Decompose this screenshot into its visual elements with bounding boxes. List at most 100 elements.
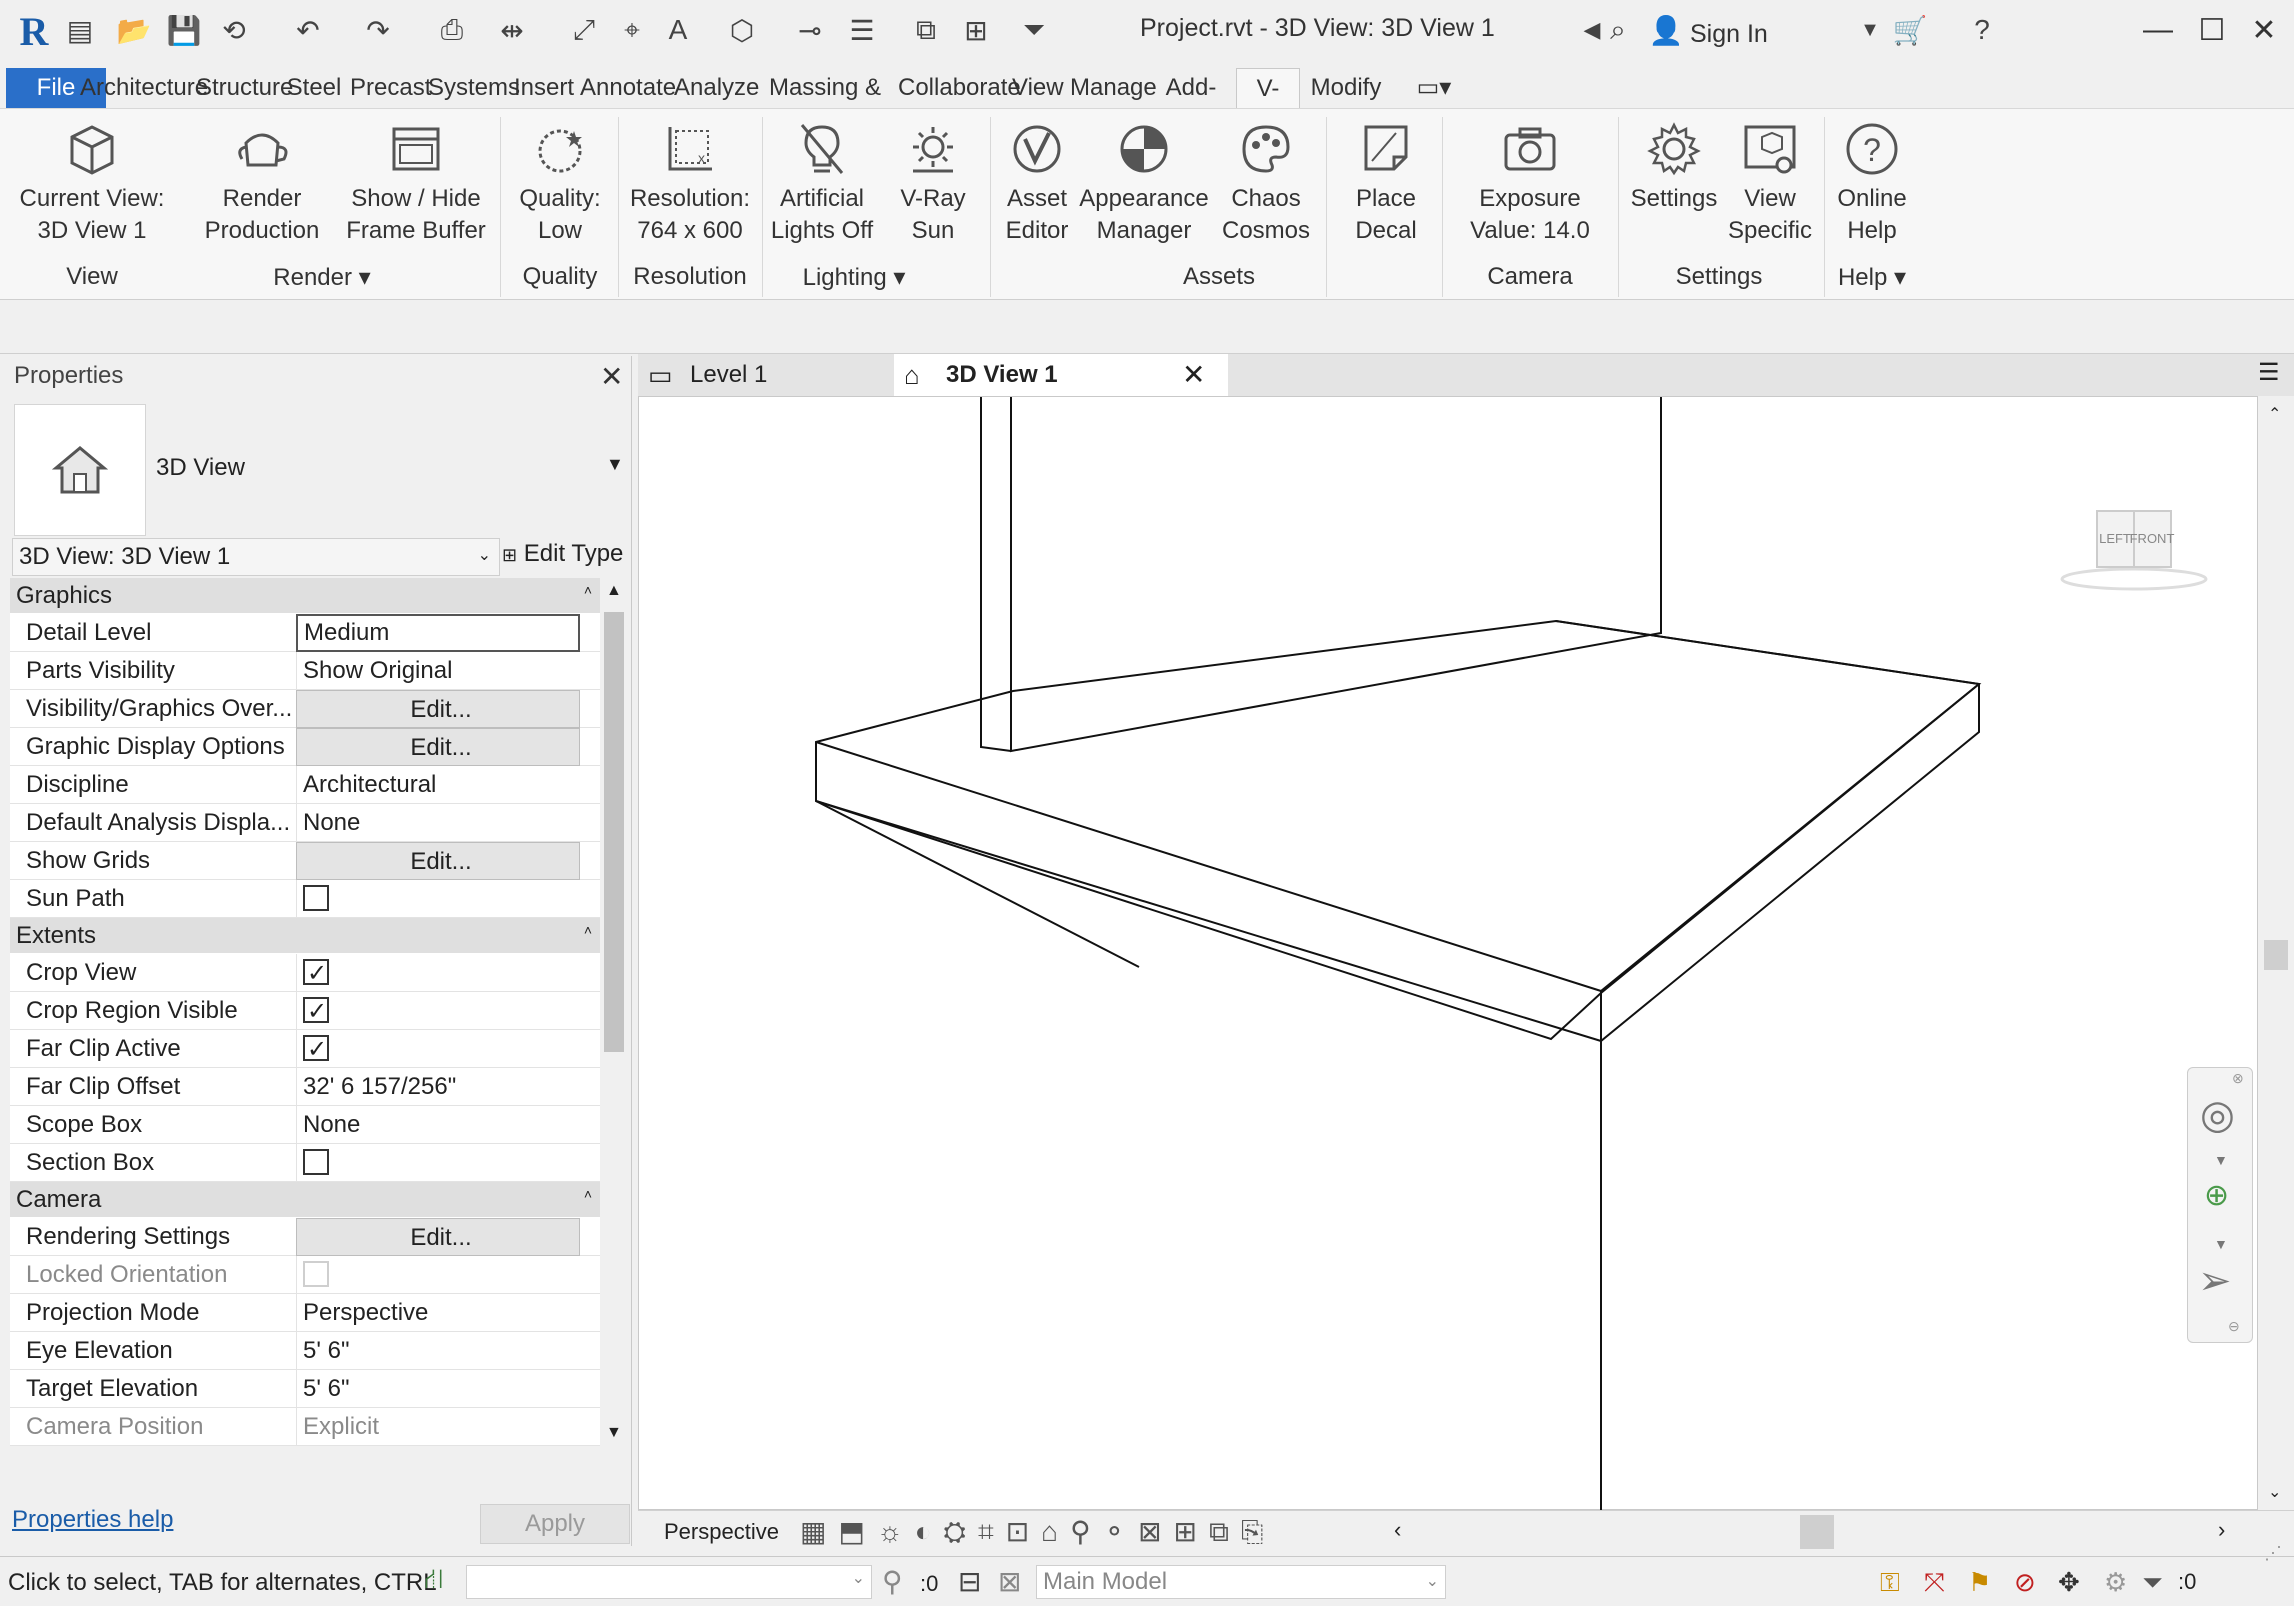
tab-steel[interactable]: Steel [284, 68, 344, 108]
checkbox[interactable] [303, 1148, 329, 1175]
maximize-icon[interactable]: ☐ [2192, 10, 2232, 50]
analytical-model-icon[interactable]: ⊞ [1174, 1516, 1209, 1547]
type-selector-dropdown-icon[interactable]: ▼ [606, 454, 624, 475]
scrollbar-thumb[interactable] [604, 612, 624, 1052]
steering-wheel-icon[interactable]: ◎ [2200, 1092, 2235, 1138]
sign-in-link[interactable]: Sign In [1690, 20, 1768, 49]
tab-level-1[interactable]: ▭ Level 1 [638, 354, 894, 396]
property-checkbox-cell[interactable] [296, 880, 580, 918]
revit-logo-icon[interactable]: R [14, 6, 54, 56]
tab-manage[interactable]: Manage [1070, 68, 1157, 108]
property-checkbox-cell[interactable] [296, 1030, 580, 1069]
measure-icon[interactable]: ⇹ [494, 12, 530, 48]
close-window-icon[interactable]: ✕ [2244, 10, 2284, 50]
3d-view-canvas[interactable]: LEFT FRONT ⊗ ◎ ▼ ⊕ ▼ ➢ ⊖ [638, 396, 2258, 1511]
property-group-header[interactable]: Graphics ˄ [10, 578, 600, 614]
tab-3d-view-1[interactable]: ⌂ 3D View 1 ✕ [894, 354, 1228, 396]
scroll-down-icon[interactable]: ⌄ [2268, 1482, 2281, 1502]
visual-style-icon[interactable]: ⬒ [838, 1516, 876, 1547]
tag-icon[interactable]: ⌖ [614, 12, 650, 48]
filter-icon[interactable]: ⏷ [2142, 1567, 2163, 1599]
navbar-options-icon[interactable]: ⊖ [2228, 1318, 2240, 1335]
select-pinned-icon[interactable]: ⚑ [1968, 1567, 1991, 1598]
chevron-down-icon[interactable]: ▼ [2214, 1236, 2228, 1252]
select-links-icon[interactable]: ⚿ [1880, 1567, 1900, 1599]
instance-selector[interactable]: 3D View: 3D View 1 ⌄ [12, 538, 500, 576]
scrollbar-thumb[interactable] [2264, 940, 2288, 970]
scroll-right-icon[interactable]: › [2218, 1517, 2225, 1543]
worksets-icon[interactable]: ⛙ [424, 1563, 444, 1599]
collapse-icon[interactable]: ˄ [584, 1176, 592, 1212]
lock-3d-icon[interactable]: ⌂ [1041, 1516, 1070, 1547]
projection-mode-label[interactable]: Perspective [664, 1519, 779, 1545]
sign-in-dropdown-icon[interactable]: ▼ [1852, 12, 1888, 48]
background-process-icon[interactable]: ⚙ [2104, 1567, 2127, 1598]
print-icon[interactable]: ⎙ [434, 12, 470, 48]
tab-massing-site[interactable]: Massing & Site [760, 68, 890, 141]
text-icon[interactable]: A [660, 12, 696, 48]
scroll-up-icon[interactable]: ⌃ [2268, 404, 2281, 424]
viewcube[interactable]: LEFT FRONT [2059, 497, 2209, 597]
workset-field[interactable]: ⌄ [466, 1565, 872, 1599]
property-value[interactable]: Medium [296, 614, 580, 652]
property-value[interactable]: 5' 6" [296, 1370, 580, 1408]
exclude-options-icon[interactable]: ⊠ [998, 1565, 1021, 1598]
crop-view-icon[interactable]: ⌗ [978, 1516, 1006, 1547]
constraints-icon[interactable]: ⎘ [1241, 1516, 1275, 1547]
resolution-button[interactable]: x Resolution: 764 x 600 [624, 119, 756, 247]
3d-view-icon[interactable]: ⬡ [724, 12, 760, 48]
property-checkbox-cell[interactable] [296, 1144, 580, 1182]
scroll-left-icon[interactable]: ‹ [1394, 1517, 1401, 1543]
scroll-down-icon[interactable]: ▼ [606, 1424, 622, 1442]
redo-icon[interactable]: ↷ [360, 12, 396, 48]
property-value[interactable]: 32' 6 157/256" [296, 1068, 580, 1106]
ribbon-display-toggle-icon[interactable]: ▭▾ [1404, 68, 1464, 108]
sync-icon[interactable]: ⟲ [216, 12, 252, 48]
checkbox[interactable] [303, 1031, 329, 1069]
recent-files-icon[interactable]: ▤ [62, 12, 98, 48]
user-icon[interactable]: 👤 [1648, 12, 1684, 48]
design-option-selector[interactable]: Main Model ⌄ [1036, 1565, 1446, 1599]
resize-grip-icon[interactable]: ⋰ [2264, 1543, 2282, 1564]
checkbox[interactable] [303, 993, 329, 1031]
show-crop-icon[interactable]: ⊡ [1006, 1516, 1041, 1547]
navigation-arrow-icon[interactable]: ➢ [2198, 1258, 2232, 1304]
minimize-icon[interactable]: — [2138, 10, 2178, 50]
property-value[interactable]: 5' 6" [296, 1332, 580, 1370]
section-icon[interactable]: ⊸ [792, 12, 828, 48]
select-underlay-icon[interactable]: ⤧ [1924, 1567, 1945, 1599]
switch-windows-icon[interactable]: ⊞ [958, 12, 994, 48]
view-specific-button[interactable]: View Specific [1722, 119, 1818, 247]
tab-menu-icon[interactable]: ☰ [2258, 358, 2280, 387]
property-edit-button[interactable]: Edit... [296, 1218, 580, 1256]
undo-icon[interactable]: ↶ [290, 12, 326, 48]
show-hide-frame-buffer-button[interactable]: Show / Hide Frame Buffer [340, 119, 492, 247]
tab-insert[interactable]: Insert [514, 68, 574, 108]
dimension-icon[interactable]: ⤢ [566, 12, 602, 48]
checkbox[interactable] [303, 955, 329, 993]
sun-path-icon[interactable]: ☼ [877, 1516, 915, 1547]
collapse-icon[interactable]: ˄ [584, 912, 592, 948]
tab-v-ray[interactable]: V-Ray [1236, 68, 1300, 142]
zoom-region-icon[interactable]: ⊕ [2204, 1178, 2229, 1213]
property-value[interactable]: None [296, 804, 580, 842]
tab-systems[interactable]: Systems [428, 68, 520, 108]
thin-lines-icon[interactable]: ☰ [844, 12, 880, 48]
settings-button[interactable]: Settings [1624, 119, 1724, 215]
edit-type-button[interactable]: ⊞ Edit Type [502, 540, 623, 568]
place-decal-button[interactable]: Place Decal [1336, 119, 1436, 247]
panel-label-lighting[interactable]: Lighting ▾ [766, 263, 942, 292]
horizontal-scrollbar-thumb[interactable] [1800, 1515, 1834, 1549]
tab-annotate[interactable]: Annotate [580, 68, 676, 108]
tab-architecture[interactable]: Architecture [80, 68, 208, 108]
type-selector-name[interactable]: 3D View [156, 454, 245, 482]
current-view-button[interactable]: Current View: 3D View 1 [12, 119, 172, 247]
worksharing-icon[interactable]: ⊠ [1138, 1516, 1173, 1547]
editable-only-icon[interactable]: ⊟ [958, 1565, 981, 1598]
property-value[interactable]: Show Original [296, 652, 580, 690]
chaos-cosmos-button[interactable]: Chaos Cosmos [1216, 119, 1316, 247]
checkbox[interactable] [303, 884, 329, 911]
chevron-down-icon[interactable]: ▼ [2214, 1152, 2228, 1168]
tab-precast[interactable]: Precast [350, 68, 431, 108]
detail-level-icon[interactable]: ▦ [800, 1516, 838, 1547]
